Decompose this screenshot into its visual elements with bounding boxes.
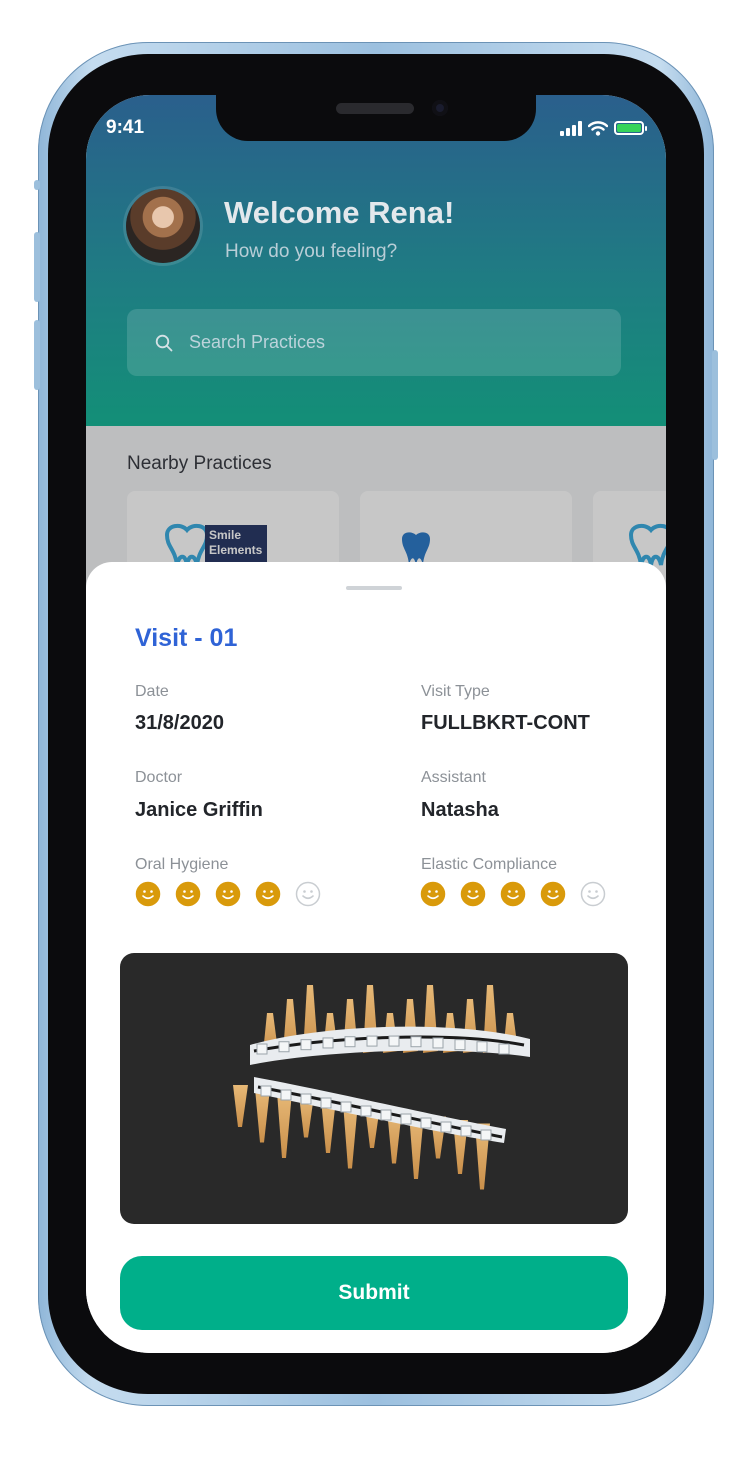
bracket bbox=[344, 1036, 356, 1048]
bracket bbox=[366, 1035, 378, 1047]
bracket bbox=[388, 1035, 400, 1047]
smiley-icon[interactable] bbox=[580, 881, 606, 907]
volume-down-button bbox=[34, 320, 40, 390]
wifi-icon bbox=[588, 120, 608, 136]
bracket bbox=[400, 1113, 412, 1125]
bracket bbox=[498, 1043, 510, 1055]
phone-screen: 9:41 Welcome Rena! How do you feeling? N… bbox=[86, 95, 666, 1353]
search-icon bbox=[155, 334, 173, 351]
status-icons bbox=[560, 119, 647, 137]
smiley-icon[interactable] bbox=[500, 881, 526, 907]
smiley-icon[interactable] bbox=[295, 881, 321, 907]
bracket bbox=[278, 1041, 290, 1053]
notch bbox=[216, 95, 536, 141]
oral-hygiene-rating[interactable] bbox=[135, 881, 321, 907]
teeth-3d-image bbox=[120, 953, 628, 1224]
smiley-icon[interactable] bbox=[175, 881, 201, 907]
bracket bbox=[260, 1085, 272, 1097]
bracket bbox=[340, 1101, 352, 1113]
speaker bbox=[336, 103, 414, 114]
welcome-subtitle: How do you feeling? bbox=[225, 241, 398, 262]
elastic-compliance-rating[interactable] bbox=[420, 881, 606, 907]
sheet-drag-handle[interactable] bbox=[346, 586, 402, 590]
elastic-compliance-label: Elastic Compliance bbox=[421, 856, 558, 873]
bracket bbox=[480, 1129, 492, 1141]
smiley-icon[interactable] bbox=[255, 881, 281, 907]
smiley-icon[interactable] bbox=[215, 881, 241, 907]
bracket bbox=[432, 1037, 444, 1049]
smiley-icon[interactable] bbox=[460, 881, 486, 907]
submit-button[interactable]: Submit bbox=[120, 1256, 628, 1330]
tooth-root bbox=[233, 1085, 248, 1127]
bracket bbox=[440, 1121, 452, 1133]
bracket bbox=[300, 1039, 312, 1051]
visit-type-value: FULLBKRT-CONT bbox=[421, 712, 590, 734]
bracket bbox=[454, 1039, 466, 1051]
visit-bottom-sheet: Visit - 01 Date 31/8/2020 Visit Type FUL… bbox=[86, 562, 666, 1353]
doctor-label: Doctor bbox=[135, 769, 183, 786]
smiley-icon[interactable] bbox=[540, 881, 566, 907]
bracket bbox=[256, 1043, 268, 1055]
visit-title: Visit - 01 bbox=[135, 624, 238, 652]
visit-type-label: Visit Type bbox=[421, 683, 490, 700]
assistant-label: Assistant bbox=[421, 769, 486, 786]
bracket bbox=[320, 1097, 332, 1109]
tooth-root bbox=[277, 1092, 292, 1158]
volume-up-button bbox=[34, 232, 40, 302]
smiley-icon[interactable] bbox=[420, 881, 446, 907]
date-value: 31/8/2020 bbox=[135, 712, 224, 734]
doctor-value: Janice Griffin bbox=[135, 799, 263, 821]
front-camera bbox=[432, 100, 448, 116]
oral-hygiene-label: Oral Hygiene bbox=[135, 856, 229, 873]
power-button bbox=[712, 350, 718, 460]
battery-icon bbox=[614, 121, 647, 135]
signal-icon bbox=[560, 120, 582, 136]
avatar[interactable] bbox=[126, 189, 200, 263]
bracket bbox=[380, 1109, 392, 1121]
tooth-root bbox=[255, 1088, 270, 1143]
welcome-heading: Welcome Rena! bbox=[224, 195, 455, 230]
search-input[interactable] bbox=[187, 331, 591, 354]
status-time: 9:41 bbox=[106, 117, 145, 138]
bracket bbox=[460, 1125, 472, 1137]
assistant-value: Natasha bbox=[421, 799, 499, 821]
bracket bbox=[410, 1036, 422, 1048]
teeth-braces-illustration bbox=[233, 985, 530, 1190]
bracket bbox=[420, 1117, 432, 1129]
phone-side-button bbox=[34, 180, 40, 190]
bracket bbox=[476, 1041, 488, 1053]
search-bar[interactable] bbox=[127, 309, 621, 376]
date-label: Date bbox=[135, 683, 169, 700]
bracket bbox=[280, 1089, 292, 1101]
bracket bbox=[360, 1105, 372, 1117]
bracket bbox=[300, 1093, 312, 1105]
smiley-icon[interactable] bbox=[135, 881, 161, 907]
bracket bbox=[322, 1037, 334, 1049]
